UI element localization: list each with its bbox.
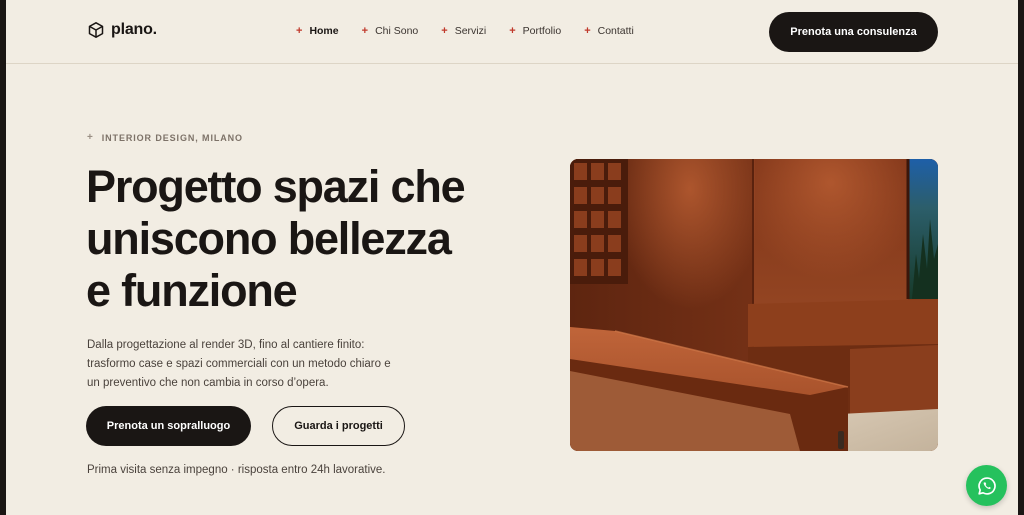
nav-item-label: Servizi	[454, 25, 487, 37]
hero-title-line: e funzione	[86, 265, 298, 316]
hero-note: Prima visita senza impegno · risposta en…	[87, 464, 386, 476]
main-nav: + Home + Chi Sono + Servizi + Portfolio …	[296, 25, 634, 37]
window-frame-right	[1018, 0, 1024, 515]
plus-icon: +	[296, 24, 303, 37]
cube-icon	[88, 22, 104, 38]
hero-interior-photo	[570, 159, 938, 451]
hero-title: Progetto spazi che uniscono bellezza e f…	[86, 161, 556, 317]
book-visit-button[interactable]: Prenota un sopralluogo	[86, 406, 251, 446]
view-projects-button[interactable]: Guarda i progetti	[272, 406, 405, 446]
logo[interactable]: plano.	[87, 21, 157, 39]
nav-item-label: Home	[309, 25, 339, 37]
nav-item-portfolio[interactable]: + Portfolio	[509, 25, 561, 37]
plus-icon: +	[441, 24, 448, 37]
nav-item-servizi[interactable]: + Servizi	[441, 25, 486, 37]
nav-item-label: Chi Sono	[375, 25, 419, 37]
nav-item-label: Contatti	[597, 25, 634, 37]
brand-name: plano.	[111, 21, 157, 38]
plus-icon: +	[509, 24, 516, 37]
nav-item-label: Portfolio	[522, 25, 562, 37]
site-header: plano. + Home + Chi Sono + Servizi + Por…	[6, 0, 1018, 64]
nav-item-contatti[interactable]: + Contatti	[584, 25, 634, 37]
plus-icon: +	[584, 24, 591, 37]
whatsapp-icon	[977, 476, 996, 495]
book-consultation-button[interactable]: Prenota una consulenza	[769, 12, 938, 52]
plus-icon: +	[361, 24, 369, 37]
hero-description: Dalla progettazione al render 3D, fino a…	[87, 336, 417, 393]
hero-title-line: uniscono bellezza	[86, 213, 452, 264]
hero-title-line: Progetto spazi che	[86, 161, 466, 212]
nav-item-chi-sono[interactable]: + Chi Sono	[362, 25, 419, 37]
nav-item-home[interactable]: + Home	[296, 25, 339, 37]
plus-icon: +	[87, 132, 94, 143]
hero-description-line: Dalla progettazione al render 3D, fino a…	[87, 339, 365, 351]
hero-description-line: un preventivo che non cambia in corso d’…	[87, 377, 329, 389]
hero-eyebrow: + INTERIOR DESIGN, MILANO	[87, 132, 243, 143]
whatsapp-chat-button[interactable]	[966, 465, 1007, 506]
eyebrow-text: INTERIOR DESIGN, MILANO	[101, 132, 243, 143]
hero-description-line: trasformo case e spazi commerciali con u…	[87, 358, 391, 370]
window-frame-left	[0, 0, 6, 515]
